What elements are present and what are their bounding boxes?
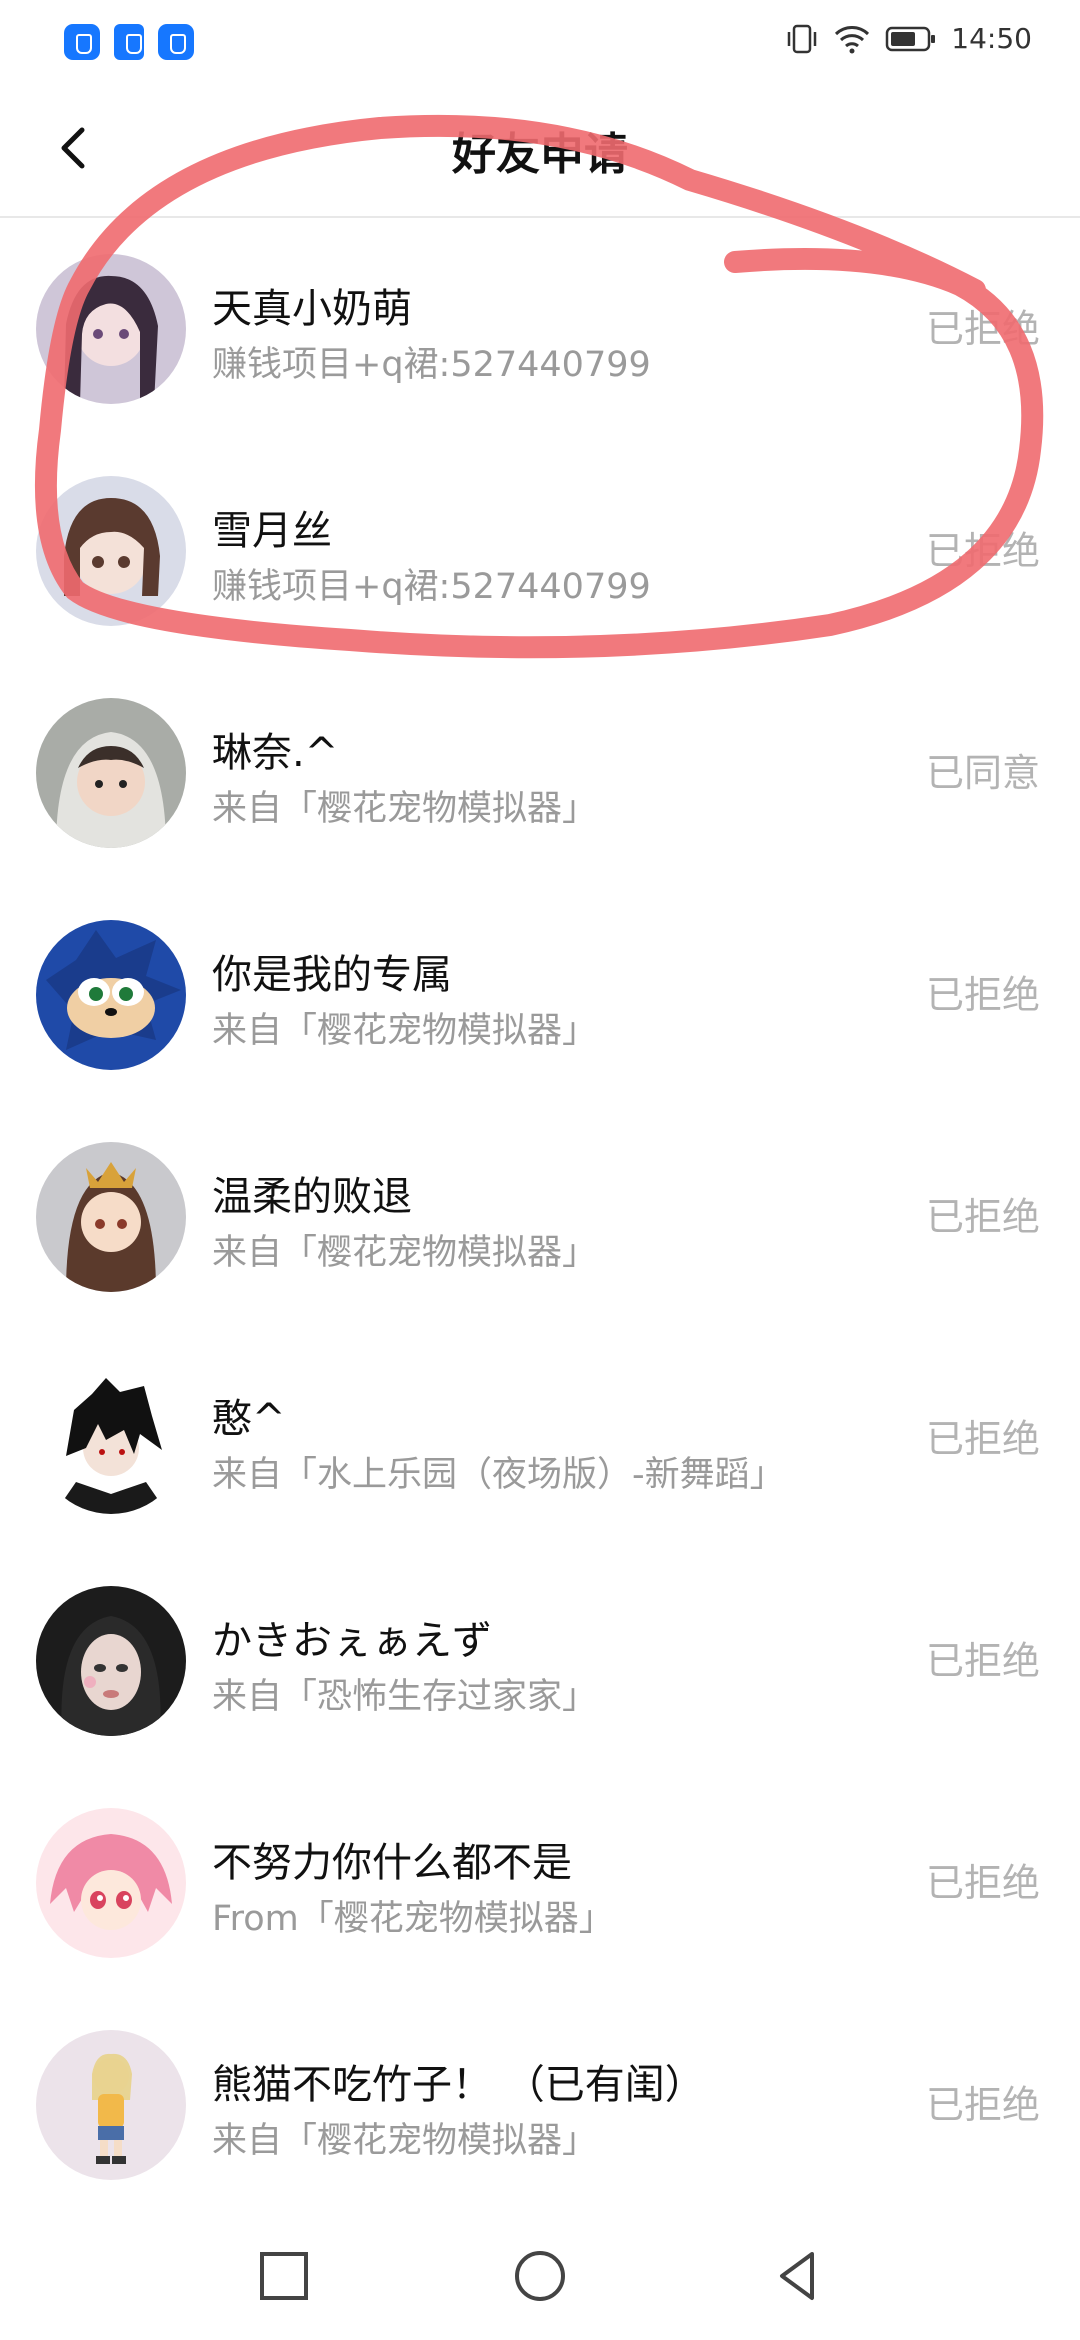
request-source: 来自「樱花宠物模拟器」 bbox=[212, 2121, 598, 2161]
friend-request-row[interactable]: かきおぇぁえず 来自「恐怖生存过家家」 已拒绝 bbox=[0, 1550, 1080, 1772]
chibi-avatar[interactable] bbox=[36, 2030, 186, 2180]
request-status: 已同意 bbox=[925, 751, 1040, 795]
baby-photo-avatar[interactable] bbox=[36, 698, 186, 848]
friend-request-row[interactable]: 憨^ 来自「水上乐园（夜场版）-新舞蹈」 已拒绝 bbox=[0, 1328, 1080, 1550]
battery-icon bbox=[886, 26, 936, 51]
system-navigation-bar bbox=[0, 2212, 1080, 2340]
request-status: 已拒绝 bbox=[925, 307, 1040, 351]
request-source: 来自「樱花宠物模拟器」 bbox=[212, 1233, 598, 1273]
notification-icons bbox=[64, 24, 194, 60]
requester-name: 天真小奶萌 bbox=[212, 286, 412, 332]
pink-anime-avatar[interactable] bbox=[36, 1808, 186, 1958]
request-status: 已拒绝 bbox=[925, 2083, 1040, 2127]
friend-request-row[interactable]: 琳奈.^ 来自「樱花宠物模拟器」 已同意 bbox=[0, 662, 1080, 884]
friend-request-row[interactable]: 雪月丝 赚钱项目+q裙:527440799 已拒绝 bbox=[0, 440, 1080, 662]
sonic-avatar[interactable] bbox=[36, 920, 186, 1070]
request-status: 已拒绝 bbox=[925, 1417, 1040, 1461]
request-status: 已拒绝 bbox=[925, 1639, 1040, 1683]
system-status: 14:50 bbox=[785, 22, 1032, 55]
request-status: 已拒绝 bbox=[925, 1195, 1040, 1239]
requester-name: 熊猫不吃竹子！ （已有闺） bbox=[212, 2062, 705, 2108]
requester-name: 温柔的败退 bbox=[212, 1174, 412, 1220]
requester-name: 憨^ bbox=[212, 1396, 286, 1442]
anime-boy-avatar[interactable] bbox=[36, 1364, 186, 1514]
requester-name: 琳奈.^ bbox=[212, 730, 339, 776]
recent-apps-icon[interactable] bbox=[248, 2240, 320, 2312]
status-bar: 14:50 bbox=[0, 0, 1080, 88]
requester-name: 雪月丝 bbox=[212, 508, 332, 554]
friend-request-row[interactable]: 熊猫不吃竹子！ （已有闺） 来自「樱花宠物模拟器」 已拒绝 bbox=[0, 1994, 1080, 2216]
request-source: From「樱花宠物模拟器」 bbox=[212, 1899, 614, 1939]
request-source: 来自「樱花宠物模拟器」 bbox=[212, 1011, 598, 1051]
request-source: 来自「水上乐园（夜场版）-新舞蹈」 bbox=[212, 1455, 785, 1495]
request-status: 已拒绝 bbox=[925, 529, 1040, 573]
girl-photo-avatar[interactable] bbox=[36, 1586, 186, 1736]
request-source: 赚钱项目+q裙:527440799 bbox=[212, 345, 651, 385]
back-nav-icon[interactable] bbox=[762, 2240, 834, 2312]
app-notification-icon bbox=[158, 24, 194, 60]
friend-request-row[interactable]: 不努力你什么都不是 From「樱花宠物模拟器」 已拒绝 bbox=[0, 1772, 1080, 1994]
app-notification-icon bbox=[114, 24, 144, 60]
requester-name: 你是我的专属 bbox=[212, 952, 452, 998]
friend-request-list: 天真小奶萌 赚钱项目+q裙:527440799 已拒绝 雪月丝 赚钱项目+q裙:… bbox=[0, 218, 1080, 2216]
friend-request-row[interactable]: 天真小奶萌 赚钱项目+q裙:527440799 已拒绝 bbox=[0, 218, 1080, 440]
app-notification-icon bbox=[64, 24, 100, 60]
anime-girl-avatar[interactable] bbox=[36, 254, 186, 404]
anime-girl-avatar[interactable] bbox=[36, 476, 186, 626]
friend-request-row[interactable]: 温柔的败退 来自「樱花宠物模拟器」 已拒绝 bbox=[0, 1106, 1080, 1328]
page-title: 好友申请 bbox=[452, 129, 628, 180]
home-icon[interactable] bbox=[504, 2240, 576, 2312]
wifi-icon bbox=[835, 25, 870, 53]
friend-request-row[interactable]: 你是我的专属 来自「樱花宠物模拟器」 已拒绝 bbox=[0, 884, 1080, 1106]
requester-name: かきおぇぁえず bbox=[212, 1618, 492, 1664]
request-source: 来自「樱花宠物模拟器」 bbox=[212, 789, 598, 829]
request-status: 已拒绝 bbox=[925, 973, 1040, 1017]
requester-name: 不努力你什么都不是 bbox=[212, 1840, 572, 1886]
request-status: 已拒绝 bbox=[925, 1861, 1040, 1905]
clock: 14:50 bbox=[951, 22, 1032, 55]
request-source: 赚钱项目+q裙:527440799 bbox=[212, 567, 651, 607]
request-source: 来自「恐怖生存过家家」 bbox=[212, 1677, 598, 1717]
vibrate-icon bbox=[788, 24, 817, 53]
anime-girl-avatar[interactable] bbox=[36, 1142, 186, 1292]
header: 好友申请 bbox=[0, 88, 1080, 218]
